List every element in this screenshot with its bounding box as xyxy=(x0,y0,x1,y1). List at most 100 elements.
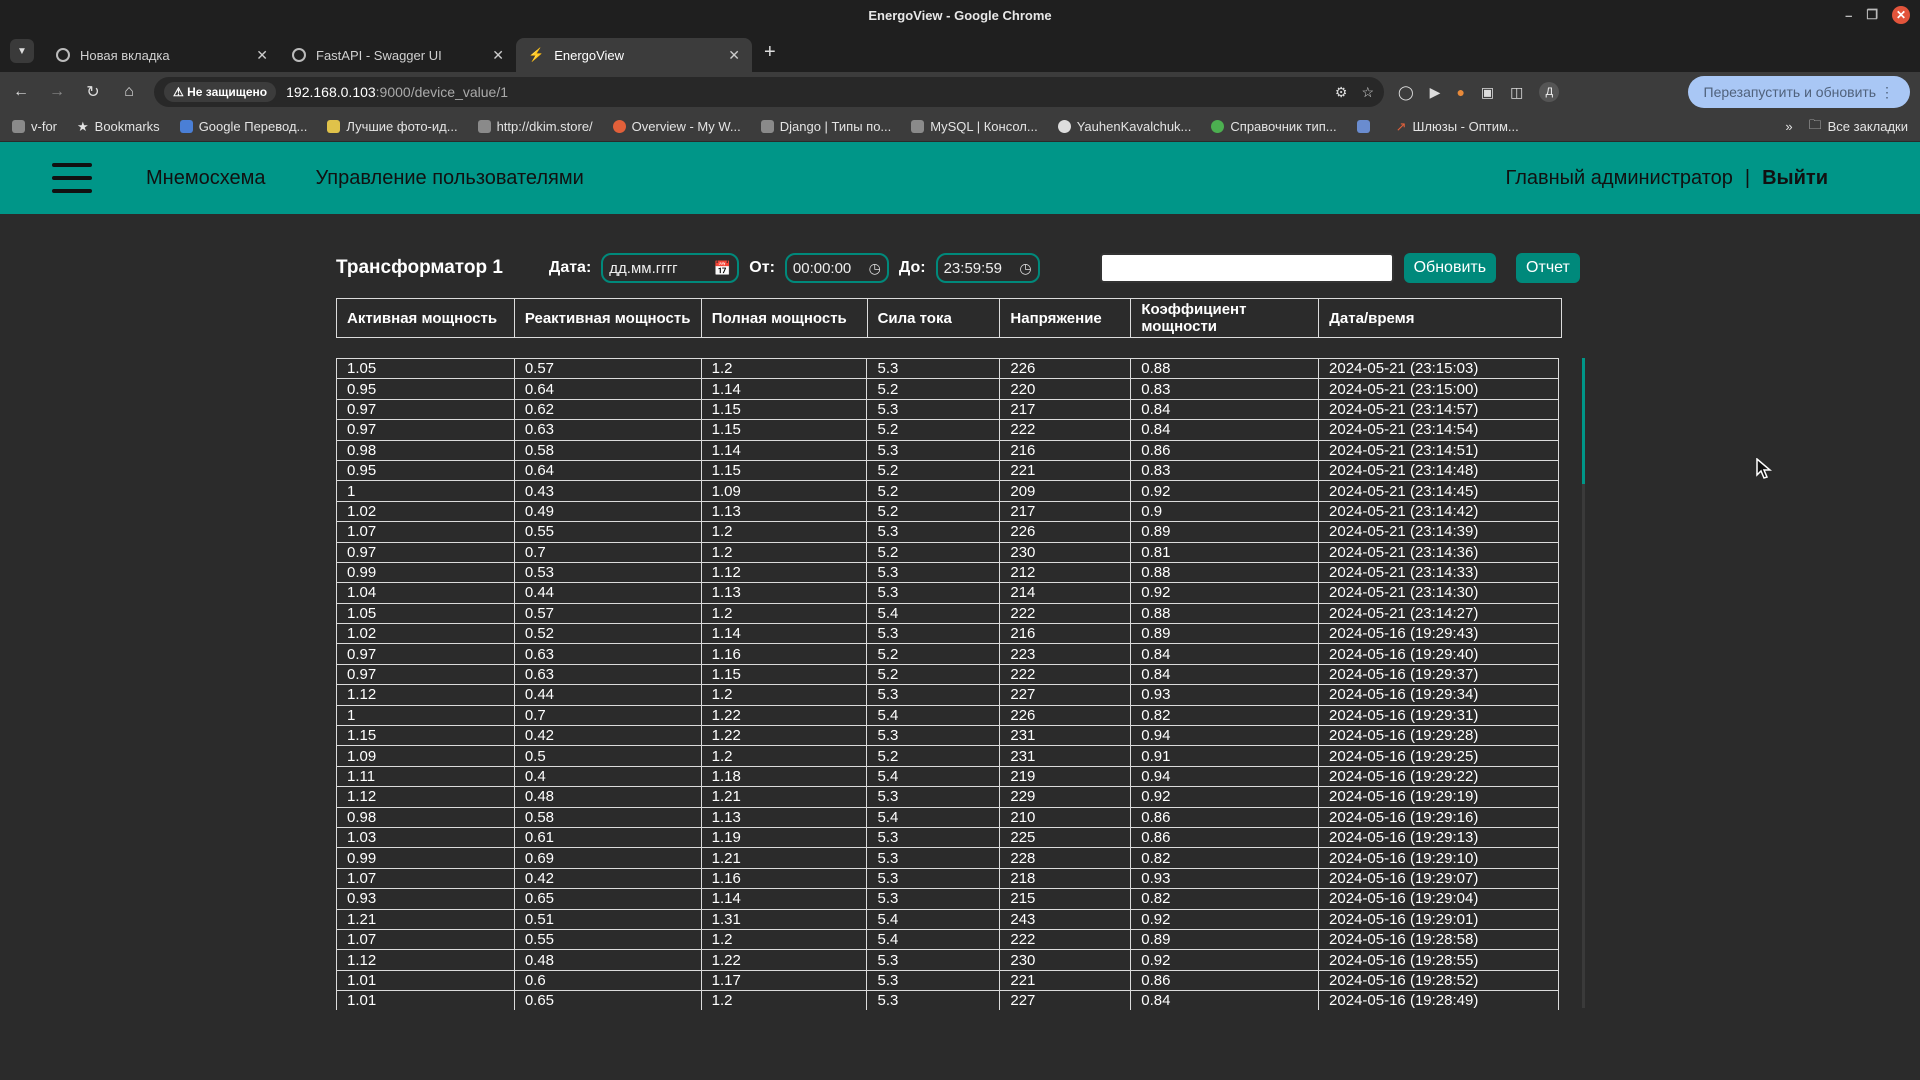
bookmark-item[interactable]: Overview - My W... xyxy=(612,119,741,134)
table-row: 1.03 0.61 1.19 5.3 225 0.86 2024-05-16 (19:29:… xyxy=(336,826,1559,849)
table-cell: 0.42 xyxy=(513,725,702,747)
scrollbar-thumb[interactable] xyxy=(1582,358,1585,484)
table-cell: 0.86 xyxy=(1130,826,1320,849)
table-cell: 2024-05-21 (23:15:03) xyxy=(1318,358,1559,380)
table-cell: 1.19 xyxy=(700,826,868,849)
refresh-button[interactable]: Обновить xyxy=(1403,253,1497,283)
date-input[interactable]: дд.мм.гггг 📅 xyxy=(601,253,740,283)
extension-play-icon[interactable]: ▶ xyxy=(1430,84,1441,101)
tab-close-icon[interactable]: ✕ xyxy=(256,47,268,64)
table-cell: 1.02 xyxy=(336,623,515,645)
cloud-icon xyxy=(1356,120,1370,133)
table-cell: 1.15 xyxy=(700,663,868,686)
bookmark-item[interactable]: ★ Bookmarks xyxy=(77,119,160,135)
tab-swagger[interactable]: FastAPI - Swagger UI ✕ xyxy=(280,38,516,72)
bookmark-item[interactable]: Лучшие фото-ид... xyxy=(327,119,458,134)
extension-fox-icon[interactable]: ● xyxy=(1456,84,1464,100)
star-bookmark-icon[interactable]: ☆ xyxy=(1361,84,1374,101)
tab-close-icon[interactable]: ✕ xyxy=(492,47,504,64)
page-title: Трансформатор 1 xyxy=(336,257,503,278)
table-cell: 2024-05-16 (19:29:04) xyxy=(1318,888,1559,910)
bookmark-item[interactable] xyxy=(1356,120,1376,133)
table-cell: 222 xyxy=(999,602,1132,625)
table-row: 1.12 0.48 1.21 5.3 229 0.92 2024-05-16 (19:29:… xyxy=(336,786,1559,808)
table-cell: 0.99 xyxy=(336,847,515,869)
data-table: 1.05 0.57 1.2 5.3 226 0.88 2024-05-21 (23:15:0… xyxy=(336,358,1559,1010)
bookmark-item[interactable]: YauhenKavalchuk... xyxy=(1057,119,1191,134)
new-tab-plus-icon[interactable]: + xyxy=(764,41,776,64)
table-cell: 217 xyxy=(999,398,1132,421)
report-button[interactable]: Отчет xyxy=(1516,253,1580,283)
table-row: 0.95 0.64 1.15 5.2 221 0.83 2024-05-21 (23:14:… xyxy=(336,459,1559,482)
key-icon[interactable]: ⚙ xyxy=(1335,84,1348,101)
all-bookmarks-folder[interactable]: 🗀 Все закладки xyxy=(1809,116,1908,138)
table-cell: 226 xyxy=(999,358,1132,380)
table-cell: 217 xyxy=(999,500,1132,523)
home-icon[interactable]: ⌂ xyxy=(118,83,140,101)
nav-link-user-management[interactable]: Управление пользователями xyxy=(315,167,583,190)
time-from-value: 00:00:00 xyxy=(792,259,852,277)
clock-icon[interactable]: ◷ xyxy=(869,260,881,277)
extensions-puzzle-icon[interactable]: ▣ xyxy=(1481,84,1494,101)
tab-energoview[interactable]: ⚡ EnergoView ✕ xyxy=(516,38,752,72)
bookmark-item[interactable]: Django | Типы по... xyxy=(760,119,891,134)
more-bookmarks-chevron-icon[interactable]: » xyxy=(1785,119,1792,134)
bookmark-item[interactable]: v-for xyxy=(12,119,57,134)
table-cell: 2024-05-21 (23:15:00) xyxy=(1318,378,1559,400)
column-header: Дата/время xyxy=(1318,298,1562,338)
table-cell: 5.3 xyxy=(866,867,1001,890)
clock-icon[interactable]: ◷ xyxy=(1019,260,1031,277)
table-cell: 1.15 xyxy=(336,725,515,747)
security-badge[interactable]: ⚠ Не защищено xyxy=(164,82,277,102)
time-to-input[interactable]: 23:59:59 ◷ xyxy=(935,253,1040,283)
table-row: 1.05 0.57 1.2 5.3 226 0.88 2024-05-21 (23:15:0… xyxy=(336,358,1559,380)
table-cell: 1 xyxy=(336,704,515,727)
time-from-input[interactable]: 00:00:00 ◷ xyxy=(784,253,889,283)
table-row: 0.93 0.65 1.14 5.3 215 0.82 2024-05-16 (19:29:… xyxy=(336,888,1559,910)
bookmark-label: Bookmarks xyxy=(94,119,160,134)
table-scrollbar[interactable] xyxy=(1582,358,1585,1008)
page-icon xyxy=(477,120,491,133)
security-label: Не защищено xyxy=(187,85,268,99)
bookmark-item[interactable]: Справочник тип... xyxy=(1211,119,1337,134)
table-cell: 5.2 xyxy=(866,541,1001,563)
relaunch-update-button[interactable]: Перезапустить и обновить ⋮ xyxy=(1687,76,1910,108)
side-panel-icon[interactable]: ◫ xyxy=(1510,84,1523,101)
address-bar[interactable]: ⚠ Не защищено 192.168.0.103:9000/device_… xyxy=(154,77,1384,107)
column-header: Полная мощность xyxy=(700,298,868,338)
search-input[interactable] xyxy=(1099,253,1394,283)
table-row: 1.01 0.6 1.17 5.3 221 0.86 2024-05-16 (19:28:5… xyxy=(336,969,1559,992)
extension-vk-icon[interactable]: ◯ xyxy=(1398,84,1414,101)
unsplash-icon xyxy=(327,120,341,133)
url-text[interactable]: 192.168.0.103:9000/device_value/1 xyxy=(286,84,508,100)
close-window-icon[interactable]: ✕ xyxy=(1892,6,1910,24)
tab-search-chevron-icon[interactable]: ▼ xyxy=(10,39,34,63)
table-cell: 5.3 xyxy=(866,358,1001,380)
back-arrow-icon[interactable]: ← xyxy=(10,83,32,101)
table-cell: 2024-05-16 (19:29:19) xyxy=(1318,786,1559,808)
table-cell: 2024-05-16 (19:28:55) xyxy=(1318,949,1559,971)
hamburger-menu-icon[interactable] xyxy=(52,163,92,193)
bookmark-item[interactable]: ↗ Шлюзы - Оптим... xyxy=(1396,119,1519,135)
table-cell: 0.63 xyxy=(513,663,702,686)
tab-close-icon[interactable]: ✕ xyxy=(728,47,740,64)
tab-new-tab[interactable]: Новая вкладка ✕ xyxy=(44,38,280,72)
table-cell: 226 xyxy=(999,521,1132,543)
nav-link-mnemoscheme[interactable]: Мнемосхема xyxy=(146,167,265,190)
table-cell: 209 xyxy=(999,480,1132,502)
reload-icon[interactable]: ↻ xyxy=(82,82,104,102)
logout-link[interactable]: Выйти xyxy=(1762,167,1828,190)
restore-icon[interactable]: ❐ xyxy=(1866,7,1878,23)
forward-arrow-icon[interactable]: → xyxy=(46,83,68,101)
calendar-icon[interactable]: 📅 xyxy=(714,260,731,277)
table-cell: 0.93 xyxy=(1130,684,1320,706)
bookmark-item[interactable]: http://dkim.store/ xyxy=(477,119,593,134)
bookmark-item[interactable]: MySQL | Консол... xyxy=(911,119,1038,134)
minimize-icon[interactable]: – xyxy=(1845,8,1852,23)
table-cell: 1.31 xyxy=(700,908,868,930)
bookmark-item[interactable]: Google Перевод... xyxy=(179,119,307,134)
table-scroll-area[interactable]: 1.05 0.57 1.2 5.3 226 0.88 2024-05-21 (23:15:0… xyxy=(336,358,1562,1010)
table-cell: 0.57 xyxy=(513,358,702,380)
profile-avatar[interactable]: Д xyxy=(1539,82,1560,102)
from-label: От: xyxy=(749,259,775,276)
